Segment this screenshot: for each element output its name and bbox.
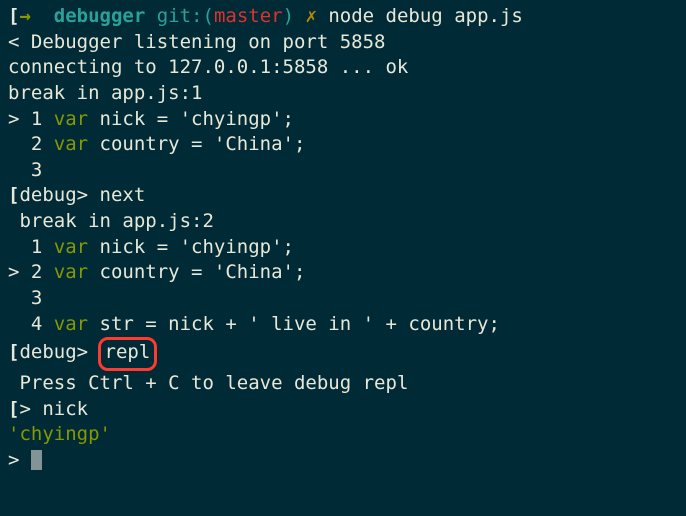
repl-result: 'chyingp' <box>8 422 678 448</box>
keyword-var: var <box>54 261 88 283</box>
source-line: 1 var nick = 'chyingp'; <box>8 235 678 261</box>
debug-label: debug> <box>19 184 99 206</box>
keyword-var: var <box>54 108 88 130</box>
keyword-var: var <box>54 133 88 155</box>
repl-prompt-line[interactable]: > <box>8 448 678 474</box>
repl-prompt-line[interactable]: [> nick <box>8 397 678 423</box>
bracket-open: [ <box>8 5 19 27</box>
source-line: 2 var country = 'China'; <box>8 132 678 158</box>
debug-prompt-line[interactable]: [debug> repl <box>8 337 678 371</box>
source-line: > 1 var nick = 'chyingp'; <box>8 107 678 133</box>
debug-label: debug> <box>19 341 99 363</box>
keyword-var: var <box>54 313 88 335</box>
source-line: 3 <box>8 286 678 312</box>
bracket-open: [ <box>8 341 19 363</box>
bracket-open: [ <box>8 184 19 206</box>
debug-command: next <box>100 184 146 206</box>
keyword-var: var <box>54 236 88 258</box>
repl-hint: Press Ctrl + C to leave debug repl <box>8 371 678 397</box>
source-line: > 2 var country = 'China'; <box>8 260 678 286</box>
cwd: debugger <box>31 5 145 27</box>
break-line: break in app.js:2 <box>8 209 678 235</box>
repl-gt: > <box>8 449 31 471</box>
break-line: break in app.js:1 <box>8 81 678 107</box>
arrow-icon: → <box>19 5 30 27</box>
source-line: 4 var str = nick + ' live in ' + country… <box>8 312 678 338</box>
repl-gt: > <box>19 398 42 420</box>
debug-command: repl <box>105 341 151 363</box>
output-line: < Debugger listening on port 5858 <box>8 30 678 56</box>
git-branch: master <box>214 5 283 27</box>
git-dirty-icon: ✗ <box>294 5 328 27</box>
debug-prompt-line[interactable]: [debug> next <box>8 183 678 209</box>
command-text: node debug app.js <box>328 5 522 27</box>
git-label: git:( <box>145 5 214 27</box>
source-line: 3 <box>8 158 678 184</box>
highlight-annotation: repl <box>98 337 158 371</box>
repl-command: nick <box>42 398 88 420</box>
output-line: connecting to 127.0.0.1:5858 ... ok <box>8 55 678 81</box>
bracket-open: [ <box>8 398 19 420</box>
cursor-icon <box>31 450 42 470</box>
git-close: ) <box>283 5 294 27</box>
shell-prompt-line[interactable]: [→ debugger git:(master) ✗ node debug ap… <box>8 4 678 30</box>
